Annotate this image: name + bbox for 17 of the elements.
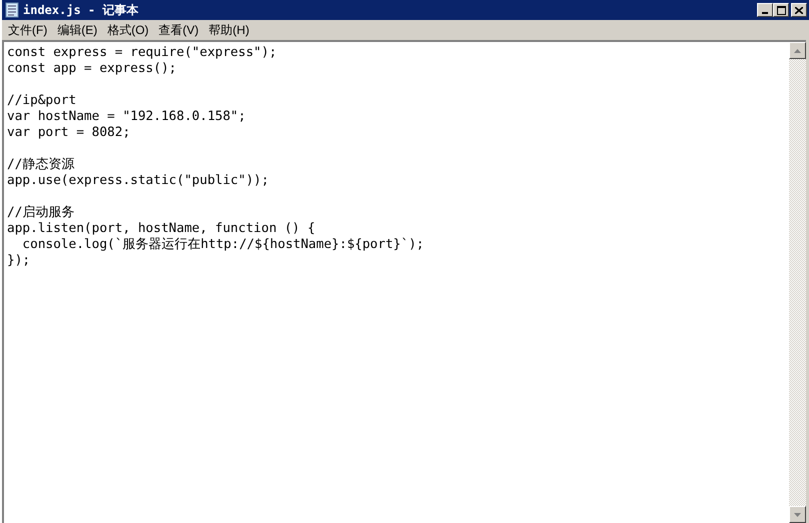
scrollbar[interactable] [789,42,806,523]
up-arrow-icon [794,48,801,52]
close-icon [795,6,803,14]
menu-item[interactable]: 编辑(E) [53,21,102,39]
scroll-down-button[interactable] [789,506,806,523]
close-button[interactable] [791,3,807,17]
maximize-button[interactable] [773,3,789,17]
maximize-icon [776,6,786,14]
minimize-button[interactable] [757,3,773,17]
notepad-icon [4,2,20,18]
menu-item[interactable]: 文件(F) [4,21,52,39]
menu-item[interactable]: 查看(V) [154,21,203,39]
window-title: index.js - 记事本 [23,2,138,19]
scroll-up-button[interactable] [789,42,806,59]
menu-item[interactable]: 格式(O) [103,21,153,39]
down-arrow-icon [794,512,801,516]
menu-item[interactable]: 帮助(H) [204,21,254,39]
